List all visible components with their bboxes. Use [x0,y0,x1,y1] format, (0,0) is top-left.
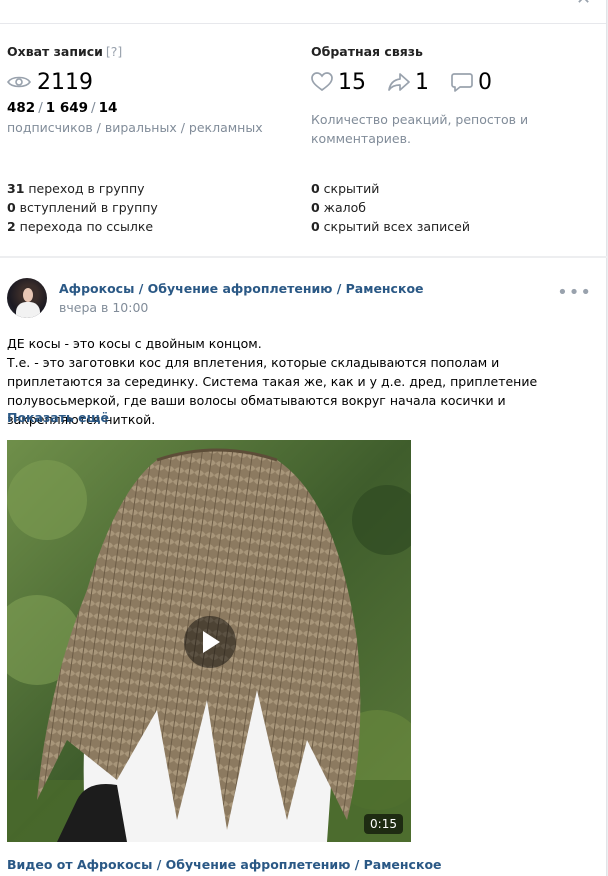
play-button[interactable] [184,616,236,668]
post-author-link[interactable]: Афрокосы / Обучение афроплетению / Рамен… [59,281,424,296]
heart-icon [311,72,333,92]
feedback-caption: Количество реакций, репостов и комментар… [311,112,529,146]
detail-row: 2 перехода по ссылке [7,219,154,234]
detail-row: 0 вступлений в группу [7,200,158,215]
reach-title: Охват записи [?] [7,44,123,59]
close-icon[interactable]: ✕ [576,0,594,8]
eye-icon [7,76,31,88]
reposts-stat: 1 [388,70,429,95]
detail-row: 31 переход в группу [7,181,145,196]
share-arrow-icon [388,73,410,91]
divider [0,23,606,24]
play-icon [203,631,220,653]
show-more-link[interactable]: Показать ещё [7,410,109,425]
video-source-link[interactable]: Видео от Афрокосы / Обучение афроплетени… [7,857,442,872]
post-stats-panel: ✕ Охват записи[?] 2119 482/1 649/14 подп… [0,0,607,256]
help-icon[interactable]: [?] [106,44,122,59]
comment-icon [451,73,473,92]
negative-details: 0 скрытий 0 жалоб 0 скрытий всех записей [311,179,470,236]
feedback-title: Обратная связь [311,44,423,59]
avatar-body [16,302,40,318]
reach-ads: 14 [98,100,118,116]
post-card: Афрокосы / Обучение афроплетению / Рамен… [0,258,607,876]
reactions-stat: 15 [311,70,366,95]
comments-stat: 0 [451,70,492,95]
avatar[interactable] [7,278,47,318]
reach-viral: 1 649 [45,100,89,116]
avatar-face [23,288,33,302]
detail-row: 0 жалоб [311,200,366,215]
post-time[interactable]: вчера в 10:00 [59,300,148,315]
detail-row: 0 скрытий [311,181,380,196]
feedback-row: 15 1 0 [311,66,601,98]
video-duration: 0:15 [364,814,403,834]
reach-section: Охват записи [?] 2119 482/1 649/14 подпис… [7,44,297,137]
conversion-details: 31 переход в группу 0 вступлений в групп… [7,179,158,236]
feedback-section: Обратная связь 15 1 0 Количество реакций… [311,44,601,148]
reach-total-row: 2119 [7,66,297,98]
video-player[interactable]: 0:15 [7,440,411,842]
more-horizontal-icon[interactable]: ••• [557,284,592,302]
reach-breakdown: 482/1 649/14 [7,100,118,116]
reach-subscribers: 482 [7,100,36,116]
detail-row: 0 скрытий всех записей [311,219,470,234]
reach-total: 2119 [37,69,93,95]
reach-caption: подписчиков / виральных / рекламных [7,120,263,135]
